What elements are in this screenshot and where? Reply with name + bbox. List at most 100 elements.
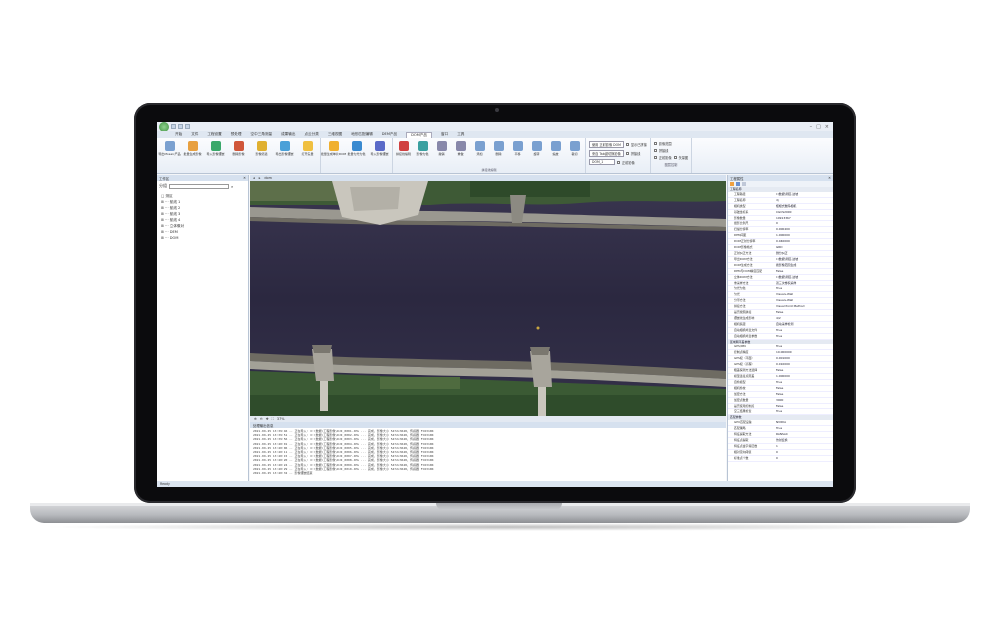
property-value: True xyxy=(776,333,783,338)
fit-icon[interactable]: ⛶ xyxy=(272,417,274,421)
layer-ortho-checkbox[interactable] xyxy=(653,156,657,159)
group1-button-3[interactable]: 删除影像 xyxy=(228,141,249,156)
group1-button-5[interactable]: 导出影像镶嵌 xyxy=(274,141,295,156)
group3-button-icon-2 xyxy=(436,141,447,151)
group2-button-2[interactable]: 导入影像镶嵌 xyxy=(369,141,390,156)
group3-button-7[interactable]: 旋转 xyxy=(528,141,545,156)
show-merged-checkbox[interactable] xyxy=(625,143,629,146)
properties-icon[interactable] xyxy=(742,182,746,186)
property-value: 1.000000 xyxy=(776,374,790,378)
menu-item-4[interactable]: 空中三角测量 xyxy=(251,132,273,137)
group2-button-0[interactable]: 批量生成单片DOM xyxy=(321,141,346,156)
pan-icon[interactable]: ✥ xyxy=(266,417,269,421)
tree-item-7[interactable]: ⊞ ··· DOM xyxy=(161,235,244,241)
group3-button-1[interactable]: 影像匀色 xyxy=(414,141,431,156)
webcam xyxy=(495,108,499,112)
group3-button-label-5: 删除 xyxy=(495,152,502,156)
use-select[interactable]: 使用 正射影像 DOM xyxy=(589,141,624,148)
source-select[interactable]: 来自 Tab键切换影像 xyxy=(589,150,624,157)
menu-item-12[interactable]: 工具 xyxy=(457,132,464,137)
menu-item-1[interactable]: 文件 xyxy=(191,132,198,137)
image-range-checkbox[interactable] xyxy=(653,142,657,145)
group1-button-4[interactable]: 影像筛选 xyxy=(251,141,272,156)
group2-button-label-1: 批量匀光匀色 xyxy=(347,152,366,156)
group3-button-icon-4 xyxy=(474,141,485,151)
window-control-0[interactable]: – xyxy=(810,124,813,130)
ortho-checkbox[interactable] xyxy=(617,160,620,164)
property-value: True xyxy=(776,379,783,384)
nav-left-icon[interactable]: ◂ xyxy=(253,176,255,180)
group1-button-label-0: 导出Mosaic产品 xyxy=(158,152,181,156)
window-control-2[interactable]: × xyxy=(825,124,829,130)
vector-checkbox[interactable] xyxy=(673,156,677,159)
group3-button-label-0: 拼接线编辑 xyxy=(395,152,411,156)
group1-button-6[interactable]: 打开矢量 xyxy=(297,141,318,156)
menu-item-3[interactable]: 预处理 xyxy=(231,132,242,137)
group1-button-0[interactable]: 导出Mosaic产品 xyxy=(158,141,181,156)
tab-dom[interactable]: dom xyxy=(264,176,272,180)
group1-button-1[interactable]: 批量生成影像 xyxy=(182,141,203,156)
group3-button-icon-5 xyxy=(493,141,504,151)
property-value: 0.040000 xyxy=(776,239,790,244)
property-value: GRD xyxy=(776,245,783,250)
zoom-level[interactable]: 37% xyxy=(277,417,285,421)
search-icon[interactable]: ⌕ xyxy=(231,184,233,189)
seamline-checkbox[interactable] xyxy=(625,152,629,155)
property-value: 微分纠正 xyxy=(776,250,788,255)
search-input[interactable] xyxy=(169,183,229,189)
group3-button-0[interactable]: 拼接线编辑 xyxy=(395,141,412,156)
group3-button-2[interactable]: 撤销 xyxy=(433,141,450,156)
zoom-out-icon[interactable]: ⊖ xyxy=(260,417,263,421)
property-key: GPS权（平面） xyxy=(734,356,755,361)
group3-button-8[interactable]: 缩放 xyxy=(547,141,564,156)
property-row[interactable]: 标准点个数 0 xyxy=(728,456,833,462)
property-key: 粗差探测方法选择 xyxy=(734,368,758,373)
layer-control-caption: 图层控制 xyxy=(664,163,678,167)
menu-item-11[interactable]: 窗口 xyxy=(441,132,448,137)
group1-button-2[interactable]: 导入影像镶嵌 xyxy=(205,141,226,156)
group3-button-label-6: 平移 xyxy=(514,152,521,156)
property-value: Visual+Wall xyxy=(776,298,794,303)
group3-button-4[interactable]: 添加 xyxy=(471,141,488,156)
open-icon[interactable] xyxy=(178,124,183,129)
layer-seamline-checkbox[interactable] xyxy=(653,149,657,152)
map-view[interactable] xyxy=(250,181,726,416)
property-value: True xyxy=(776,344,783,349)
property-value: True xyxy=(776,286,783,291)
property-value: True xyxy=(776,426,783,431)
menu-item-9[interactable]: DEM产品 xyxy=(382,132,397,137)
property-key: 相机类型 xyxy=(734,203,746,208)
group3-button-3[interactable]: 重做 xyxy=(452,141,469,156)
pin-icon[interactable]: ✕ xyxy=(243,176,246,180)
group3-button-label-9: 裁切 xyxy=(571,152,578,156)
property-key: DOM影像格式 xyxy=(734,245,753,250)
undo-icon[interactable] xyxy=(185,124,190,129)
menu-item-0[interactable]: 开始 xyxy=(175,132,182,137)
close-icon[interactable]: ✕ xyxy=(828,176,831,180)
dom-select[interactable]: DOM_1 xyxy=(589,159,615,165)
group3-button-6[interactable]: 平移 xyxy=(509,141,526,156)
property-value: 10.000000 xyxy=(776,350,792,355)
zoom-in-icon[interactable]: ⊕ xyxy=(254,417,257,421)
menu-item-2[interactable]: 工程设置 xyxy=(207,132,221,137)
menu-item-5[interactable]: 成果输出 xyxy=(281,132,295,137)
sort-category-icon[interactable] xyxy=(730,182,734,186)
window-control-1[interactable]: □ xyxy=(816,124,821,130)
menu-item-7[interactable]: 三维视图 xyxy=(328,132,342,137)
property-key: 是否按照拼接 xyxy=(734,310,752,315)
group2-button-1[interactable]: 批量匀光匀色 xyxy=(346,141,367,156)
image-range-label: 影像范围 xyxy=(658,142,672,146)
menu-item-6[interactable]: 点云分类 xyxy=(304,132,318,137)
log-output: 2021-09-25 13:39:46 -- 正在导入: I:\数据\工程影像\… xyxy=(250,428,726,487)
property-value: 0 xyxy=(776,449,778,454)
group1-button-label-4: 影像筛选 xyxy=(255,152,268,156)
menu-item-10[interactable]: DOM产品 xyxy=(406,131,432,138)
group3-button-9[interactable]: 裁切 xyxy=(566,141,583,156)
group3-button-5[interactable]: 删除 xyxy=(490,141,507,156)
menu-item-8[interactable]: 地形匹配编辑 xyxy=(351,132,373,137)
sort-alpha-icon[interactable] xyxy=(736,182,740,186)
property-value: 0 xyxy=(776,455,778,460)
nav-right-icon[interactable]: ▸ xyxy=(259,176,261,180)
save-icon[interactable] xyxy=(171,124,176,129)
property-value: 0.001000 xyxy=(776,356,790,361)
